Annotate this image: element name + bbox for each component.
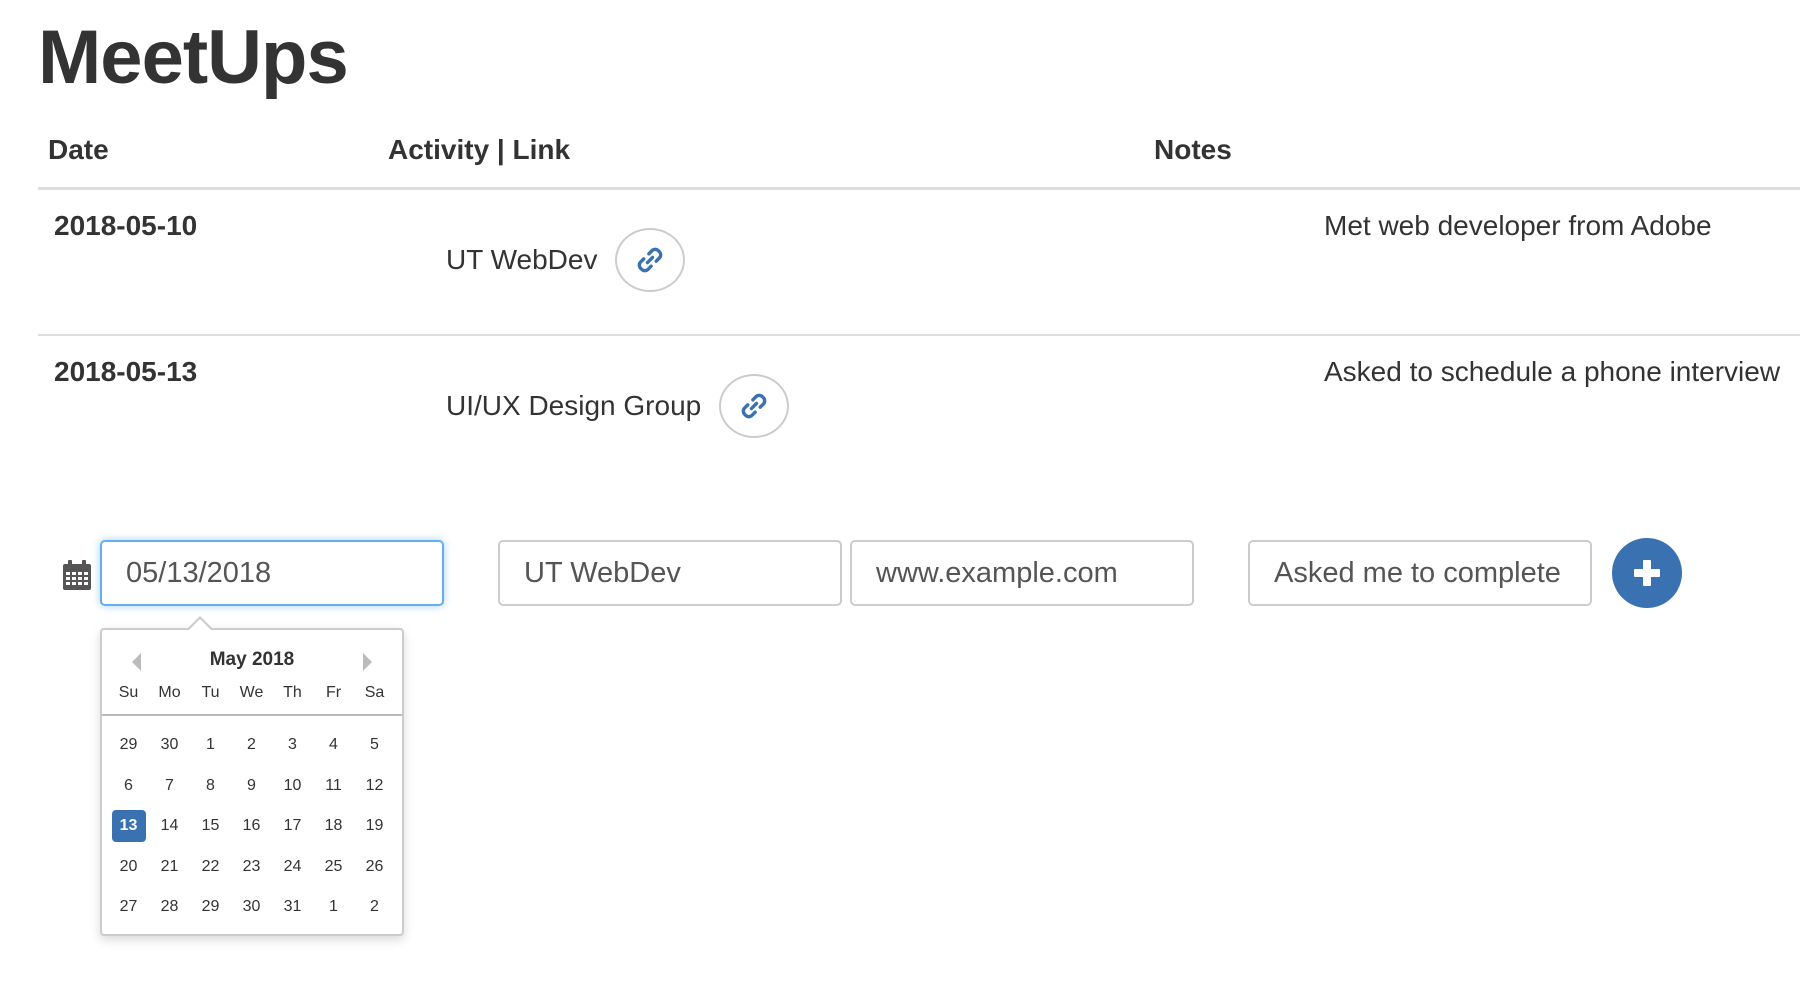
datepicker-day[interactable]: 9	[235, 770, 269, 802]
datepicker-day[interactable]: 26	[358, 851, 392, 883]
link-icon	[741, 393, 767, 419]
datepicker-weekdays: Su Mo Tu We Th Fr Sa	[108, 684, 396, 702]
datepicker-day[interactable]: 11	[317, 770, 351, 802]
weekday-label: We	[239, 684, 264, 701]
datepicker-day[interactable]: 2	[358, 891, 392, 923]
datepicker-day[interactable]: 29	[194, 891, 228, 923]
datepicker-divider	[102, 714, 402, 716]
datepicker-day[interactable]: 7	[153, 770, 187, 802]
datepicker-day[interactable]: 13	[111, 810, 146, 843]
datepicker-day[interactable]: 27	[112, 891, 146, 923]
datepicker-popup: May 2018 Su Mo Tu We Th Fr Sa 29 30 1 2 3 4 5 6 7 8 9 10 1…	[100, 616, 404, 936]
datepicker-day[interactable]: 2	[235, 729, 269, 761]
activity-input[interactable]	[498, 540, 842, 606]
datepicker-day[interactable]: 25	[317, 851, 351, 883]
datepicker-day[interactable]: 15	[194, 810, 228, 842]
notes-input[interactable]	[1248, 540, 1592, 606]
datepicker-days: 29 30 1 2 3 4 5 6 7 8 9 10 11 12 13 14 15 16 17 18 19 20 21 22 2…	[108, 725, 396, 928]
header-activity-link: Activity | Link	[388, 134, 571, 165]
row-date: 2018-05-10	[54, 210, 198, 241]
add-meetup-button[interactable]	[1612, 538, 1682, 608]
row-notes: Met web developer from Adobe	[1324, 210, 1712, 241]
datepicker-week: 27 28 29 30 31 1 2	[108, 887, 396, 928]
meetups-table: Date Activity | Link Notes 2018-05-10 UT…	[38, 120, 1800, 480]
weekday-label: Mo	[158, 684, 181, 701]
datepicker-day[interactable]: 10	[276, 770, 310, 802]
datepicker-day[interactable]: 6	[112, 770, 146, 802]
datepicker-day[interactable]: 17	[276, 810, 310, 842]
weekday-label: Sa	[364, 684, 385, 701]
datepicker-day[interactable]: 3	[276, 729, 310, 761]
weekday-label: Fr	[325, 684, 342, 701]
datepicker-week: 13 14 15 16 17 18 19	[108, 806, 396, 847]
weekday-label: Su	[118, 684, 139, 701]
datepicker-day[interactable]: 21	[153, 851, 187, 883]
datepicker-week: 29 30 1 2 3 4 5	[108, 725, 396, 766]
weekday-label: Th	[283, 684, 302, 701]
row-activity: UI/UX Design Group	[446, 374, 790, 438]
table-row: 2018-05-10 UT WebDev Met web developer f…	[38, 190, 1800, 336]
weekday-label: Tu	[201, 684, 220, 701]
datepicker-day[interactable]: 8	[194, 770, 228, 802]
datepicker-day[interactable]: 19	[358, 810, 392, 842]
row-activity: UT WebDev	[446, 228, 686, 292]
datepicker-day[interactable]: 16	[235, 810, 269, 842]
header-notes: Notes	[1154, 134, 1232, 165]
datepicker-day[interactable]: 24	[276, 851, 310, 883]
next-month-icon[interactable]	[363, 653, 372, 671]
activity-link-button[interactable]	[615, 228, 686, 292]
datepicker-day[interactable]: 31	[276, 891, 310, 923]
activity-name: UI/UX Design Group	[446, 390, 702, 421]
datepicker-day[interactable]: 30	[153, 729, 187, 761]
datepicker-header: May 2018	[102, 648, 402, 672]
datepicker-day[interactable]: 4	[317, 729, 351, 761]
table-header: Date Activity | Link Notes	[38, 120, 1800, 190]
datepicker-day[interactable]: 28	[153, 891, 187, 923]
datepicker-day[interactable]: 18	[317, 810, 351, 842]
datepicker-day[interactable]: 29	[112, 729, 146, 761]
datepicker-day[interactable]: 5	[358, 729, 392, 761]
plus-icon	[1634, 560, 1660, 586]
datepicker-pointer-inner	[188, 619, 212, 631]
datepicker-day[interactable]: 1	[317, 891, 351, 923]
datepicker-day[interactable]: 1	[194, 729, 228, 761]
page-title: MeetUps	[38, 15, 349, 100]
activity-link-button[interactable]	[719, 374, 790, 438]
calendar-icon	[63, 560, 91, 590]
row-notes: Asked to schedule a phone interview	[1324, 356, 1781, 387]
header-date: Date	[48, 134, 109, 165]
date-input[interactable]	[100, 540, 444, 606]
datepicker-day[interactable]: 20	[112, 851, 146, 883]
datepicker-day[interactable]: 14	[153, 810, 187, 842]
link-input[interactable]	[850, 540, 1194, 606]
datepicker-day[interactable]: 30	[235, 891, 269, 923]
datepicker-day[interactable]: 23	[235, 851, 269, 883]
row-date: 2018-05-13	[54, 356, 198, 387]
datepicker-week: 20 21 22 23 24 25 26	[108, 847, 396, 888]
activity-name: UT WebDev	[446, 244, 598, 275]
datepicker-day[interactable]: 22	[194, 851, 228, 883]
datepicker-week: 6 7 8 9 10 11 12	[108, 766, 396, 807]
link-icon	[638, 247, 663, 273]
datepicker-month-title[interactable]: May 2018	[102, 649, 402, 671]
datepicker-day[interactable]: 12	[358, 770, 392, 802]
table-row: 2018-05-13 UI/UX Design Group Asked to s…	[38, 336, 1800, 480]
